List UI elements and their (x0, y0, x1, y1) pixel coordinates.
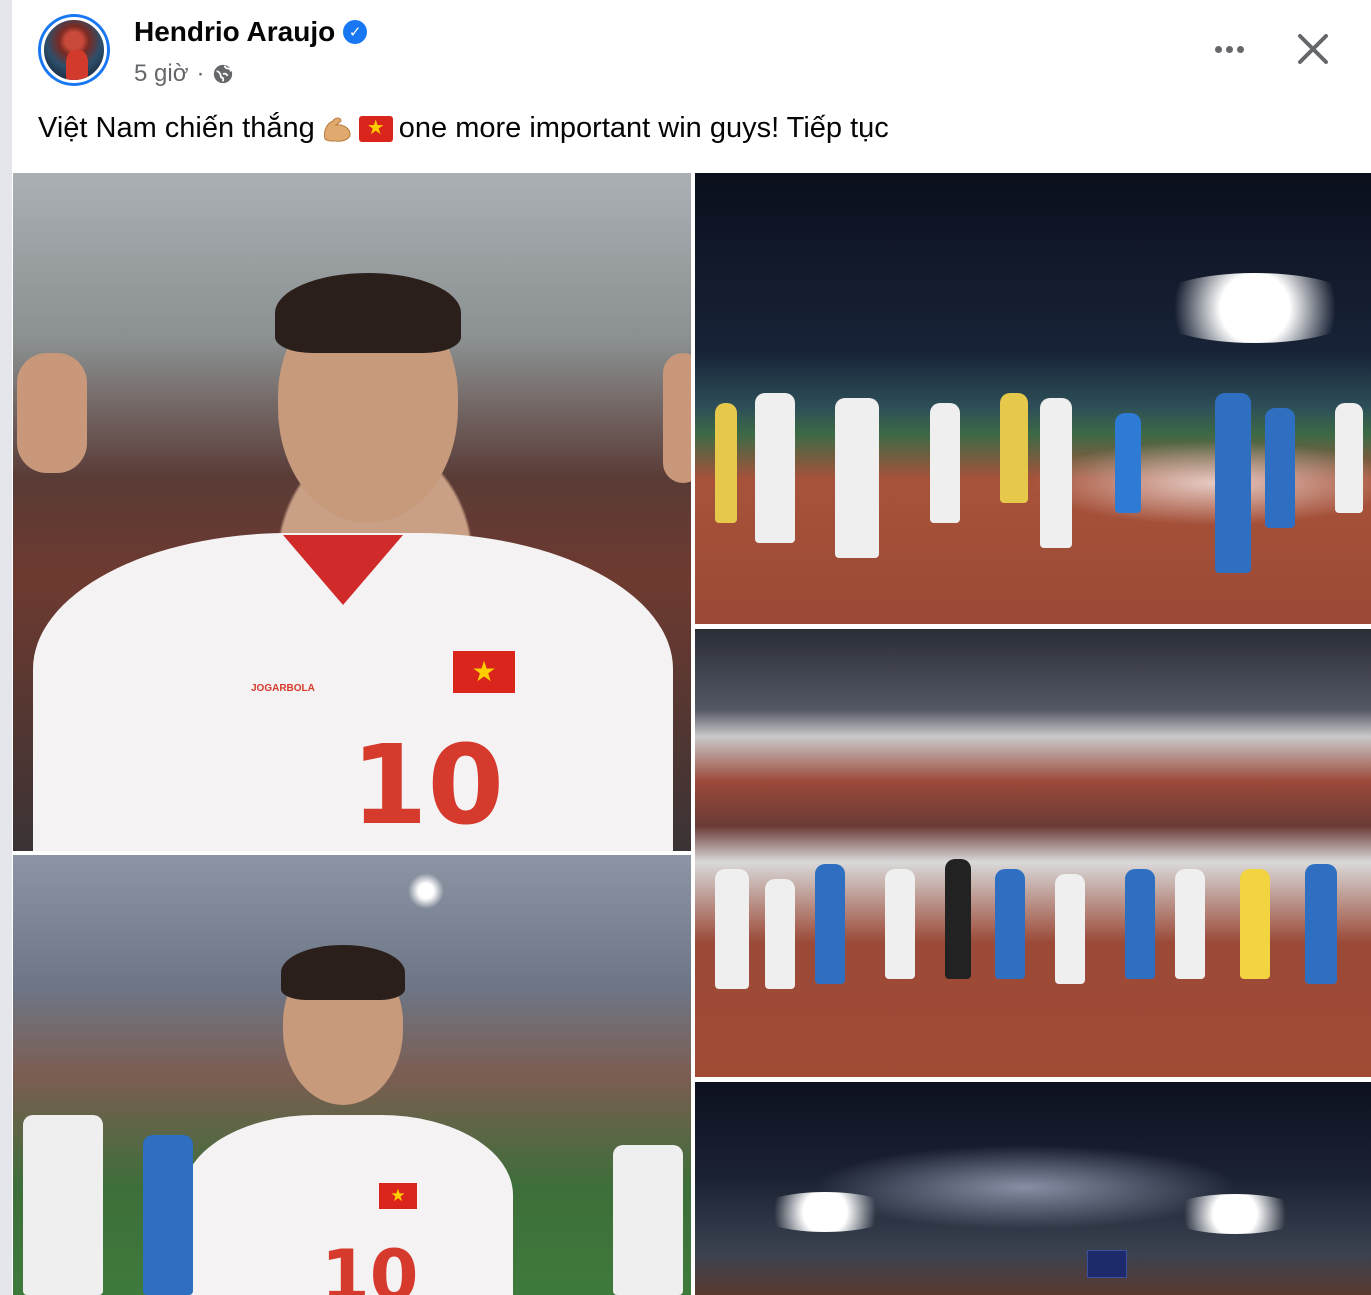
more-dot (1236, 45, 1244, 53)
stadium-light (408, 873, 444, 909)
post-text-part-1: Việt Nam chiến thắng (38, 112, 315, 144)
more-options-icon[interactable] (1208, 28, 1250, 70)
player-figure (1305, 864, 1337, 984)
player-figure (885, 869, 915, 979)
player-figure (1240, 869, 1270, 979)
player-figure (1335, 403, 1363, 513)
vietnam-flag-emoji (358, 115, 393, 142)
player-hair (275, 273, 461, 353)
more-dot (1214, 45, 1222, 53)
post-text-part-2: one more important win guys! Tiếp tục (398, 112, 889, 144)
verified-badge-icon: ✓ (343, 20, 368, 44)
player-figure (613, 1145, 683, 1295)
author-avatar[interactable] (38, 14, 110, 86)
raised-hand-right (663, 353, 691, 483)
post-text: Việt Nam chiến thắng one more important … (38, 112, 889, 145)
stadium-light (755, 1192, 895, 1232)
jersey-collar (283, 535, 403, 605)
stadium-light (1165, 1194, 1305, 1234)
close-icon[interactable] (1290, 26, 1336, 72)
stadium-light (1145, 273, 1365, 343)
player-figure (995, 869, 1025, 979)
player-hair (281, 945, 405, 1000)
jersey-number: 10 (351, 721, 505, 849)
player-figure (835, 398, 879, 558)
photo-5[interactable] (695, 1082, 1371, 1295)
player-figure (715, 403, 737, 523)
player-figure (1175, 869, 1205, 979)
player-figure (143, 1135, 193, 1295)
photo-1[interactable]: 10 JOGARBOLA (13, 173, 691, 851)
jersey-flag (379, 1183, 417, 1209)
player-figure (1040, 398, 1072, 548)
player-figure (765, 879, 795, 989)
jersey-number: 10 (321, 1235, 419, 1295)
player-figure (1115, 413, 1141, 513)
player-figure (815, 864, 845, 984)
post-meta: 5 giờ · (134, 60, 234, 88)
scoreboard (1087, 1250, 1127, 1278)
author-name-row: Hendrio Araujo ✓ (134, 16, 368, 48)
player-figure (930, 403, 960, 523)
jersey-flag (453, 651, 515, 693)
player-figure (945, 859, 971, 979)
player-figure (1265, 408, 1295, 528)
author-name[interactable]: Hendrio Araujo (134, 16, 335, 48)
post-card: Hendrio Araujo ✓ 5 giờ · Việt Nam chiến … (12, 0, 1371, 1295)
player-figure (1055, 874, 1085, 984)
feed-background (0, 0, 12, 1295)
meta-separator: · (196, 60, 205, 87)
player-figure (1125, 869, 1155, 979)
post-time[interactable]: 5 giờ (134, 60, 188, 88)
player-figure (715, 869, 749, 989)
globe-icon[interactable] (212, 63, 234, 85)
player-figure (1215, 393, 1251, 573)
photo-2[interactable] (695, 173, 1371, 624)
photo-3[interactable] (695, 629, 1371, 1077)
player-figure (23, 1115, 103, 1295)
player-figure (1000, 393, 1028, 503)
photo-4[interactable]: 10 (13, 855, 691, 1295)
more-dot (1225, 45, 1233, 53)
flexed-biceps-emoji (323, 117, 351, 142)
player-figure (755, 393, 795, 543)
sponsor-logo: JOGARBOLA (251, 683, 315, 694)
avatar-image (41, 17, 107, 83)
raised-hand-left (17, 353, 87, 473)
